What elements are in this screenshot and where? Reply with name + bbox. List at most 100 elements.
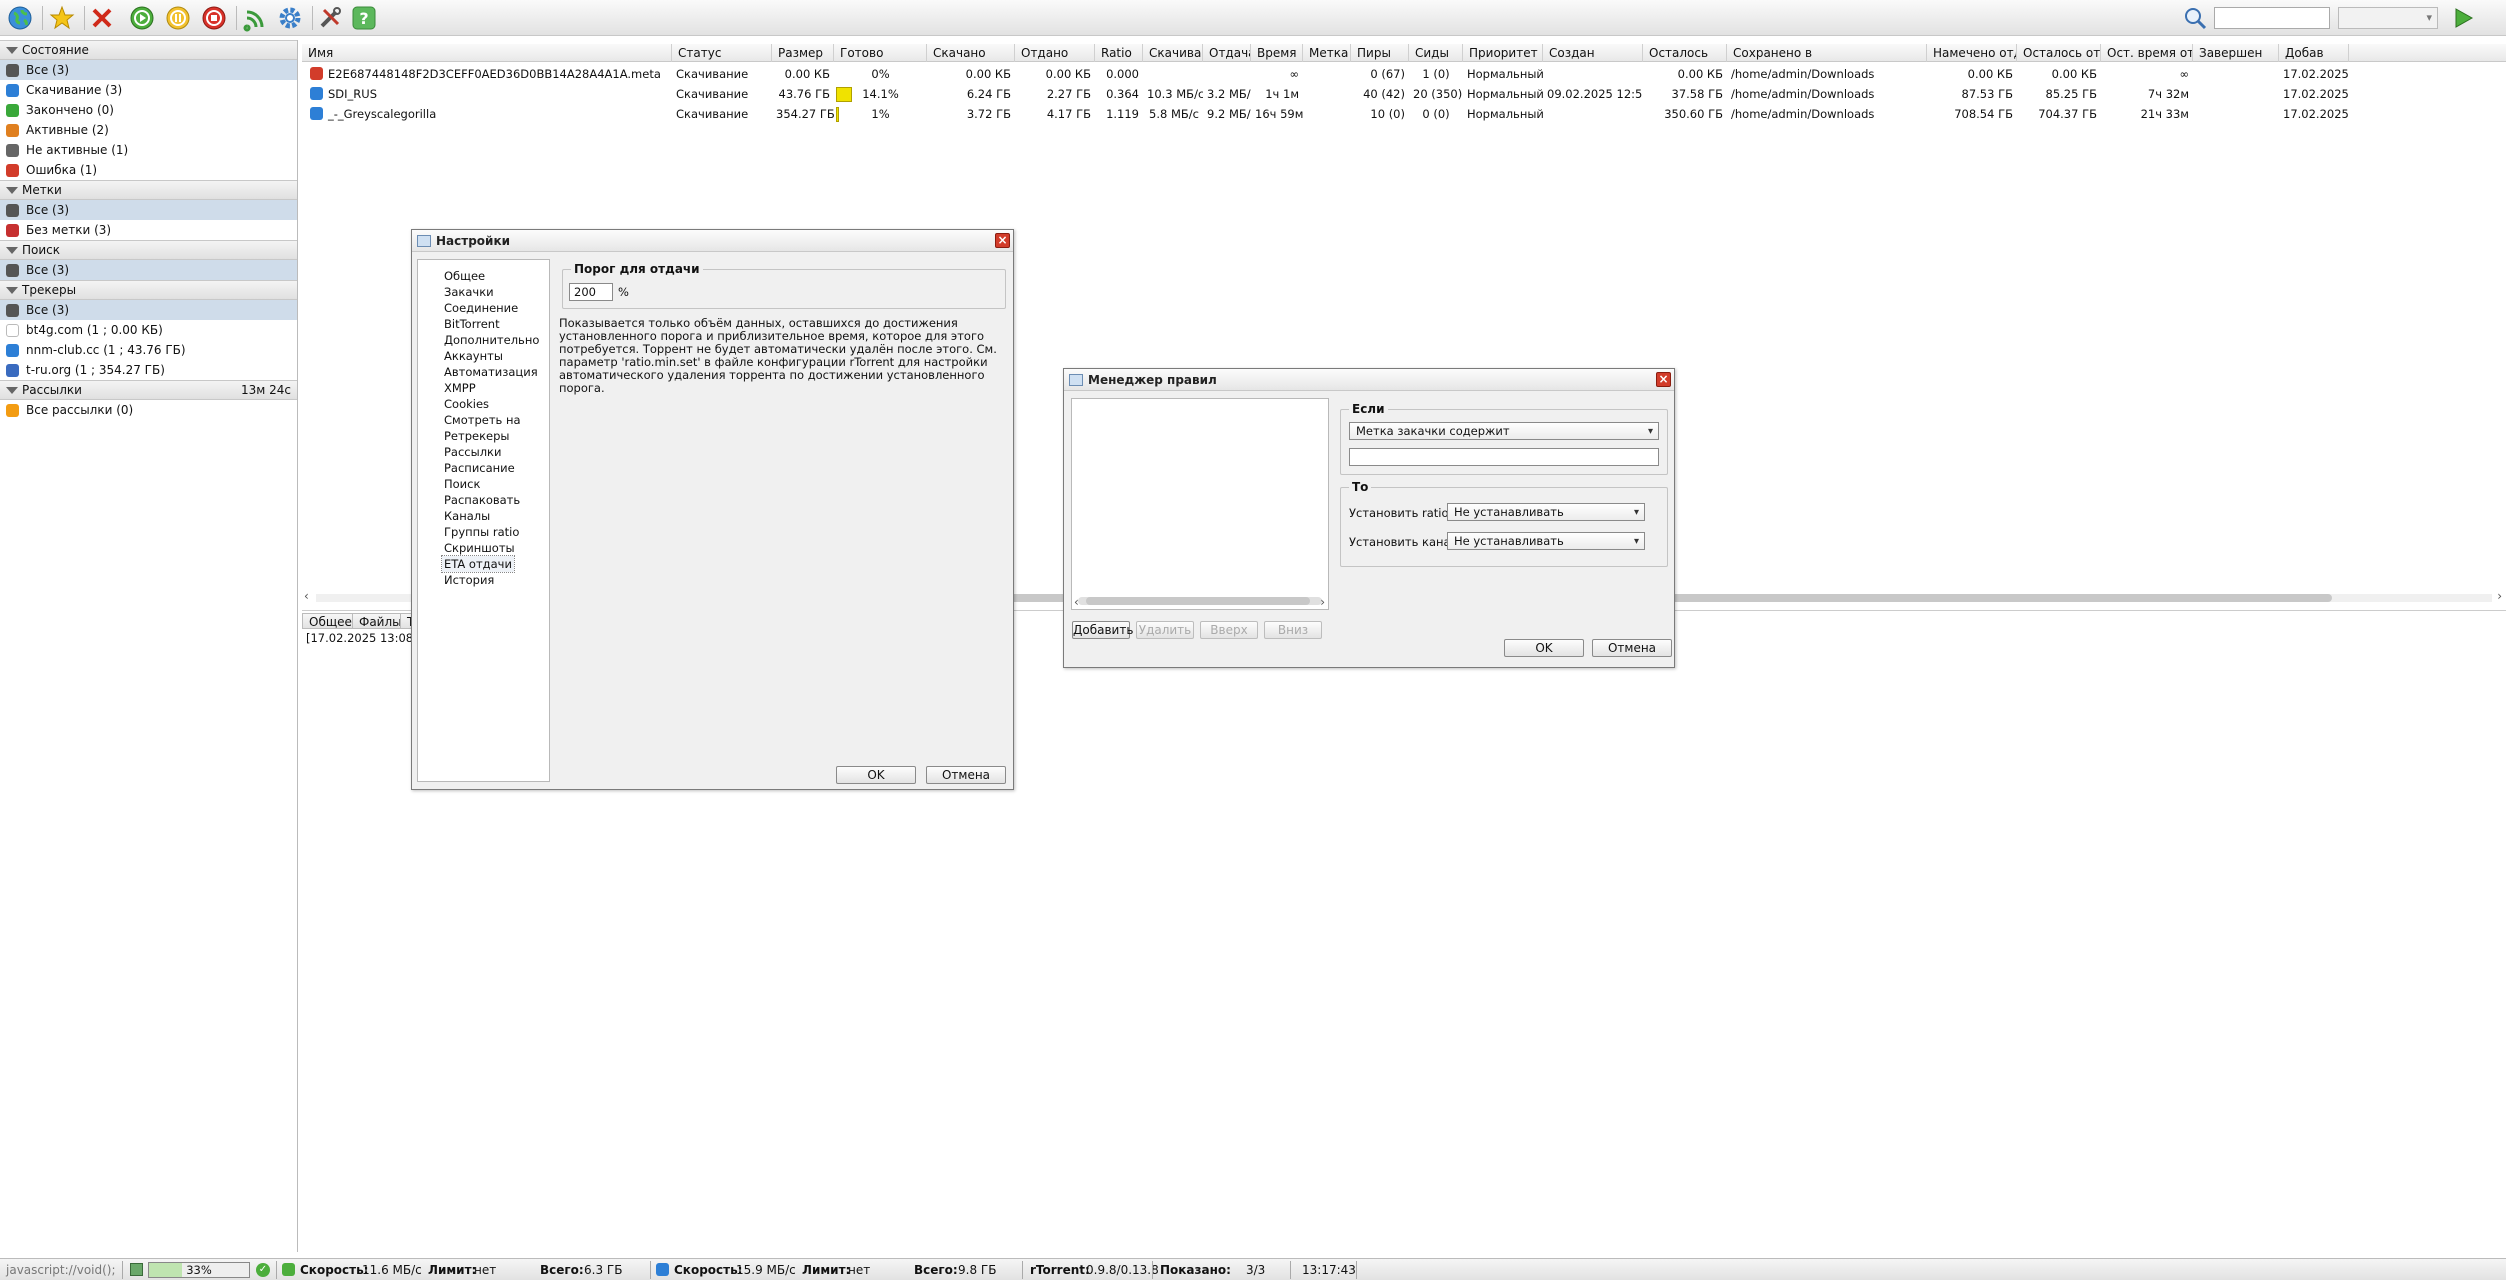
column-header[interactable]: Скачано: [927, 44, 1015, 62]
settings-title-bar[interactable]: Настройки ×: [412, 230, 1013, 252]
column-header[interactable]: Имя: [302, 44, 672, 62]
ok-button[interactable]: OK: [836, 766, 916, 784]
cancel-button[interactable]: Отмена: [926, 766, 1006, 784]
section-state[interactable]: Состояние: [0, 40, 297, 60]
sidebar-item[interactable]: Без метки (3): [0, 220, 297, 240]
stop-icon[interactable]: [200, 4, 228, 32]
search-engine-select[interactable]: ▾: [2338, 7, 2438, 29]
go-icon[interactable]: [2450, 5, 2476, 31]
column-header[interactable]: Осталось: [1643, 44, 1727, 62]
sidebar-item[interactable]: Закончено (0): [0, 100, 297, 120]
rules-scroll-thumb[interactable]: [1086, 597, 1310, 605]
sidebar-item[interactable]: t-ru.org (1 ; 354.27 ГБ): [0, 360, 297, 380]
scroll-left-icon[interactable]: ‹: [1074, 595, 1079, 609]
column-header[interactable]: Сиды: [1409, 44, 1463, 62]
table-row[interactable]: _-_Greyscalegorilla Скачивание 354.27 ГБ 1%…: [302, 104, 2506, 124]
sidebar-item[interactable]: Все (3): [0, 300, 297, 320]
add-rule-button[interactable]: Добавить: [1072, 621, 1133, 639]
sidebar-item[interactable]: Все рассылки (0): [0, 400, 297, 420]
ok-button[interactable]: OK: [1504, 639, 1584, 657]
column-header[interactable]: Статус: [672, 44, 772, 62]
column-header[interactable]: Пиры: [1351, 44, 1409, 62]
sidebar-item[interactable]: Не активные (1): [0, 140, 297, 160]
settings-nav-item[interactable]: Cookies: [444, 396, 489, 412]
globe-icon[interactable]: [6, 4, 34, 32]
table-row[interactable]: SDI_RUS Скачивание 43.76 ГБ 14.1% 6.24 ГБ 2.2…: [302, 84, 2506, 104]
move-down-button[interactable]: Вниз: [1264, 621, 1322, 639]
column-header[interactable]: Ост. время отдачи: [2101, 44, 2193, 62]
settings-nav-item[interactable]: Каналы: [444, 508, 490, 524]
settings-nav-item[interactable]: Поиск: [444, 476, 480, 492]
dl-limit[interactable]: нет: [474, 1259, 496, 1280]
section-labels[interactable]: Метки: [0, 180, 297, 200]
tools-icon[interactable]: [316, 4, 344, 32]
settings-nav-item[interactable]: BitTorrent: [444, 316, 500, 332]
rules-title-bar[interactable]: Менеджер правил ×: [1064, 369, 1674, 391]
settings-nav-item[interactable]: Аккаунты: [444, 348, 503, 364]
tab-general[interactable]: Общее: [302, 613, 359, 629]
condition-select[interactable]: Метка закачки содержит ▾: [1349, 422, 1659, 440]
cancel-button[interactable]: Отмена: [1592, 639, 1672, 657]
delete-rule-button[interactable]: Удалить: [1136, 621, 1194, 639]
section-search[interactable]: Поиск: [0, 240, 297, 260]
close-icon[interactable]: ×: [995, 233, 1010, 248]
settings-nav-item[interactable]: Дополнительно: [444, 332, 539, 348]
dl-limit-label[interactable]: Лимит:: [428, 1259, 476, 1280]
settings-nav-item[interactable]: Рассылки: [444, 444, 501, 460]
search-icon[interactable]: [2182, 5, 2208, 31]
section-trackers[interactable]: Трекеры: [0, 280, 297, 300]
settings-nav-item[interactable]: Соединение: [444, 300, 518, 316]
column-header[interactable]: Размер: [772, 44, 834, 62]
delete-icon[interactable]: [88, 4, 116, 32]
sidebar-item[interactable]: nnm-club.cc (1 ; 43.76 ГБ): [0, 340, 297, 360]
star-icon[interactable]: [48, 4, 76, 32]
table-row[interactable]: E2E687448148F2D3CEFF0AED36D0BB14A28A4A1A…: [302, 64, 2506, 84]
ratio-select[interactable]: Не устанавливать ▾: [1447, 503, 1645, 521]
start-icon[interactable]: [128, 4, 156, 32]
ul-limit-label[interactable]: Лимит:: [802, 1259, 850, 1280]
move-up-button[interactable]: Вверх: [1200, 621, 1258, 639]
column-header[interactable]: Отдано: [1015, 44, 1095, 62]
settings-nav-item[interactable]: ETA отдачи: [441, 555, 515, 573]
column-header[interactable]: Добав: [2279, 44, 2349, 62]
close-icon[interactable]: ×: [1656, 372, 1671, 387]
settings-nav-item[interactable]: Ретрекеры: [444, 428, 510, 444]
settings-nav-item[interactable]: Скриншоты: [444, 540, 515, 556]
sidebar-item[interactable]: Активные (2): [0, 120, 297, 140]
sidebar-item[interactable]: Скачивание (3): [0, 80, 297, 100]
search-input[interactable]: [2214, 7, 2330, 29]
scroll-left-icon[interactable]: ‹: [304, 589, 309, 603]
pause-icon[interactable]: [164, 4, 192, 32]
scroll-right-icon[interactable]: ›: [2497, 589, 2502, 603]
threshold-input[interactable]: 200: [569, 283, 613, 301]
column-header[interactable]: Метка: [1303, 44, 1351, 62]
settings-nav-item[interactable]: Распаковать: [444, 492, 520, 508]
sidebar-item[interactable]: Все (3): [0, 60, 297, 80]
settings-nav-item[interactable]: Автоматизация: [444, 364, 538, 380]
settings-nav-item[interactable]: XMPP: [444, 380, 476, 396]
settings-nav-item[interactable]: История: [444, 572, 494, 588]
column-header[interactable]: Ratio: [1095, 44, 1143, 62]
column-header[interactable]: Готово: [834, 44, 927, 62]
rss-icon[interactable]: [242, 4, 270, 32]
ul-limit[interactable]: нет: [848, 1259, 870, 1280]
column-header[interactable]: Отдача: [1203, 44, 1251, 62]
column-header[interactable]: Скачивани: [1143, 44, 1203, 62]
scroll-right-icon[interactable]: ›: [1320, 595, 1325, 609]
settings-nav-item[interactable]: Группы ratio: [444, 524, 519, 540]
settings-nav-item[interactable]: Общее: [444, 268, 485, 284]
rules-list[interactable]: ‹ ›: [1071, 398, 1329, 610]
sidebar-item[interactable]: Все (3): [0, 200, 297, 220]
column-header[interactable]: Завершен: [2193, 44, 2279, 62]
help-icon[interactable]: ?: [350, 4, 378, 32]
column-header[interactable]: Осталось отдать: [2017, 44, 2101, 62]
settings-icon[interactable]: [276, 4, 304, 32]
sidebar-item[interactable]: Ошибка (1): [0, 160, 297, 180]
sidebar-item[interactable]: bt4g.com (1 ; 0.00 КБ): [0, 320, 297, 340]
sidebar-item[interactable]: Все (3): [0, 260, 297, 280]
column-header[interactable]: Время: [1251, 44, 1303, 62]
section-rss[interactable]: Рассылки 13м 24с: [0, 380, 297, 400]
column-header[interactable]: Создан: [1543, 44, 1643, 62]
settings-nav-item[interactable]: Закачки: [444, 284, 494, 300]
column-header[interactable]: Сохранено в: [1727, 44, 1927, 62]
